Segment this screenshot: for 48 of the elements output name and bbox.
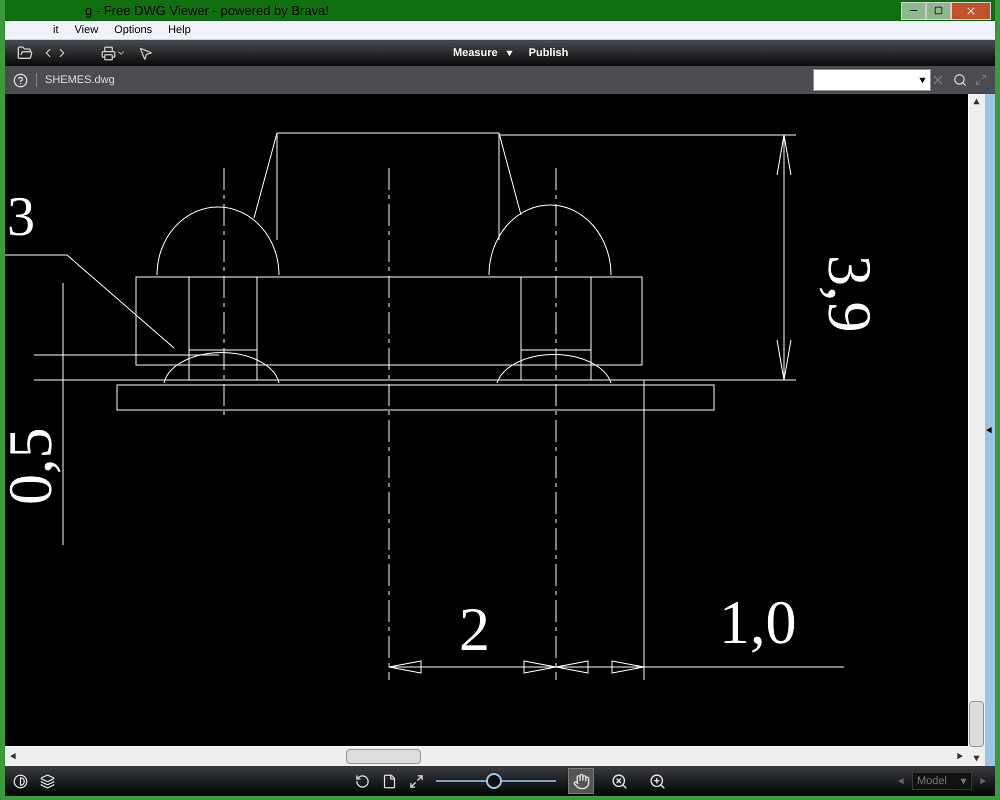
dimension-label: 1,0 [719,589,796,657]
scroll-thumb[interactable] [969,701,984,747]
zoom-slider[interactable] [436,773,556,789]
scroll-down-icon[interactable] [973,755,980,762]
maximize-button[interactable] [926,2,951,20]
layout-select[interactable]: Model [912,772,972,790]
window-title: g - Free DWG Viewer - powered by Brava! [85,2,329,20]
clear-icon[interactable] [931,73,945,87]
layers-icon[interactable] [40,774,55,788]
scroll-up-icon[interactable] [973,98,980,105]
next-icon[interactable] [980,778,987,784]
scroll-right-icon[interactable] [957,752,964,760]
file-name[interactable]: SHEMES.dwg [45,72,115,88]
pointer-icon[interactable] [138,46,153,60]
search-icon[interactable] [953,73,967,87]
horizontal-scrollbar[interactable] [5,746,968,766]
dimension-label: 3 [7,186,35,248]
expand-panel-icon[interactable] [985,426,992,434]
caret-icon[interactable] [506,50,513,56]
close-button[interactable] [951,2,991,20]
dimension-label: 3,9 [815,255,883,332]
scroll-left-icon[interactable] [9,752,16,760]
printer-icon[interactable] [101,46,116,60]
menu-item[interactable]: View [74,22,98,38]
scroll-thumb[interactable] [346,748,421,764]
page-icon[interactable] [382,774,397,788]
help-icon[interactable] [13,72,28,88]
hand-icon [572,772,590,790]
menu-item[interactable]: Options [114,22,152,38]
dropdown-arrow-icon[interactable] [919,76,926,84]
zoom-window-icon [610,772,628,790]
close-icon [965,4,977,16]
previous-icon[interactable] [897,778,904,784]
minimize-button[interactable] [901,2,926,20]
pan-tool[interactable] [568,768,594,794]
dimension-label: 0,5 [5,428,65,505]
maximize-icon [934,6,943,15]
toolbar-menu[interactable]: Measure [453,44,513,62]
menu-item[interactable]: it [53,22,58,38]
folder-icon[interactable] [17,45,33,61]
zoom-icon [648,772,666,790]
menu-item[interactable]: Help [168,22,191,38]
rotate-icon[interactable] [355,774,370,788]
zoom-slider-thumb[interactable] [486,773,502,789]
vertical-scrollbar[interactable] [968,94,985,766]
dimension-label: 2 [459,596,490,664]
contrast-icon[interactable] [13,774,28,788]
toolbar-menu[interactable]: Publish [528,44,568,62]
